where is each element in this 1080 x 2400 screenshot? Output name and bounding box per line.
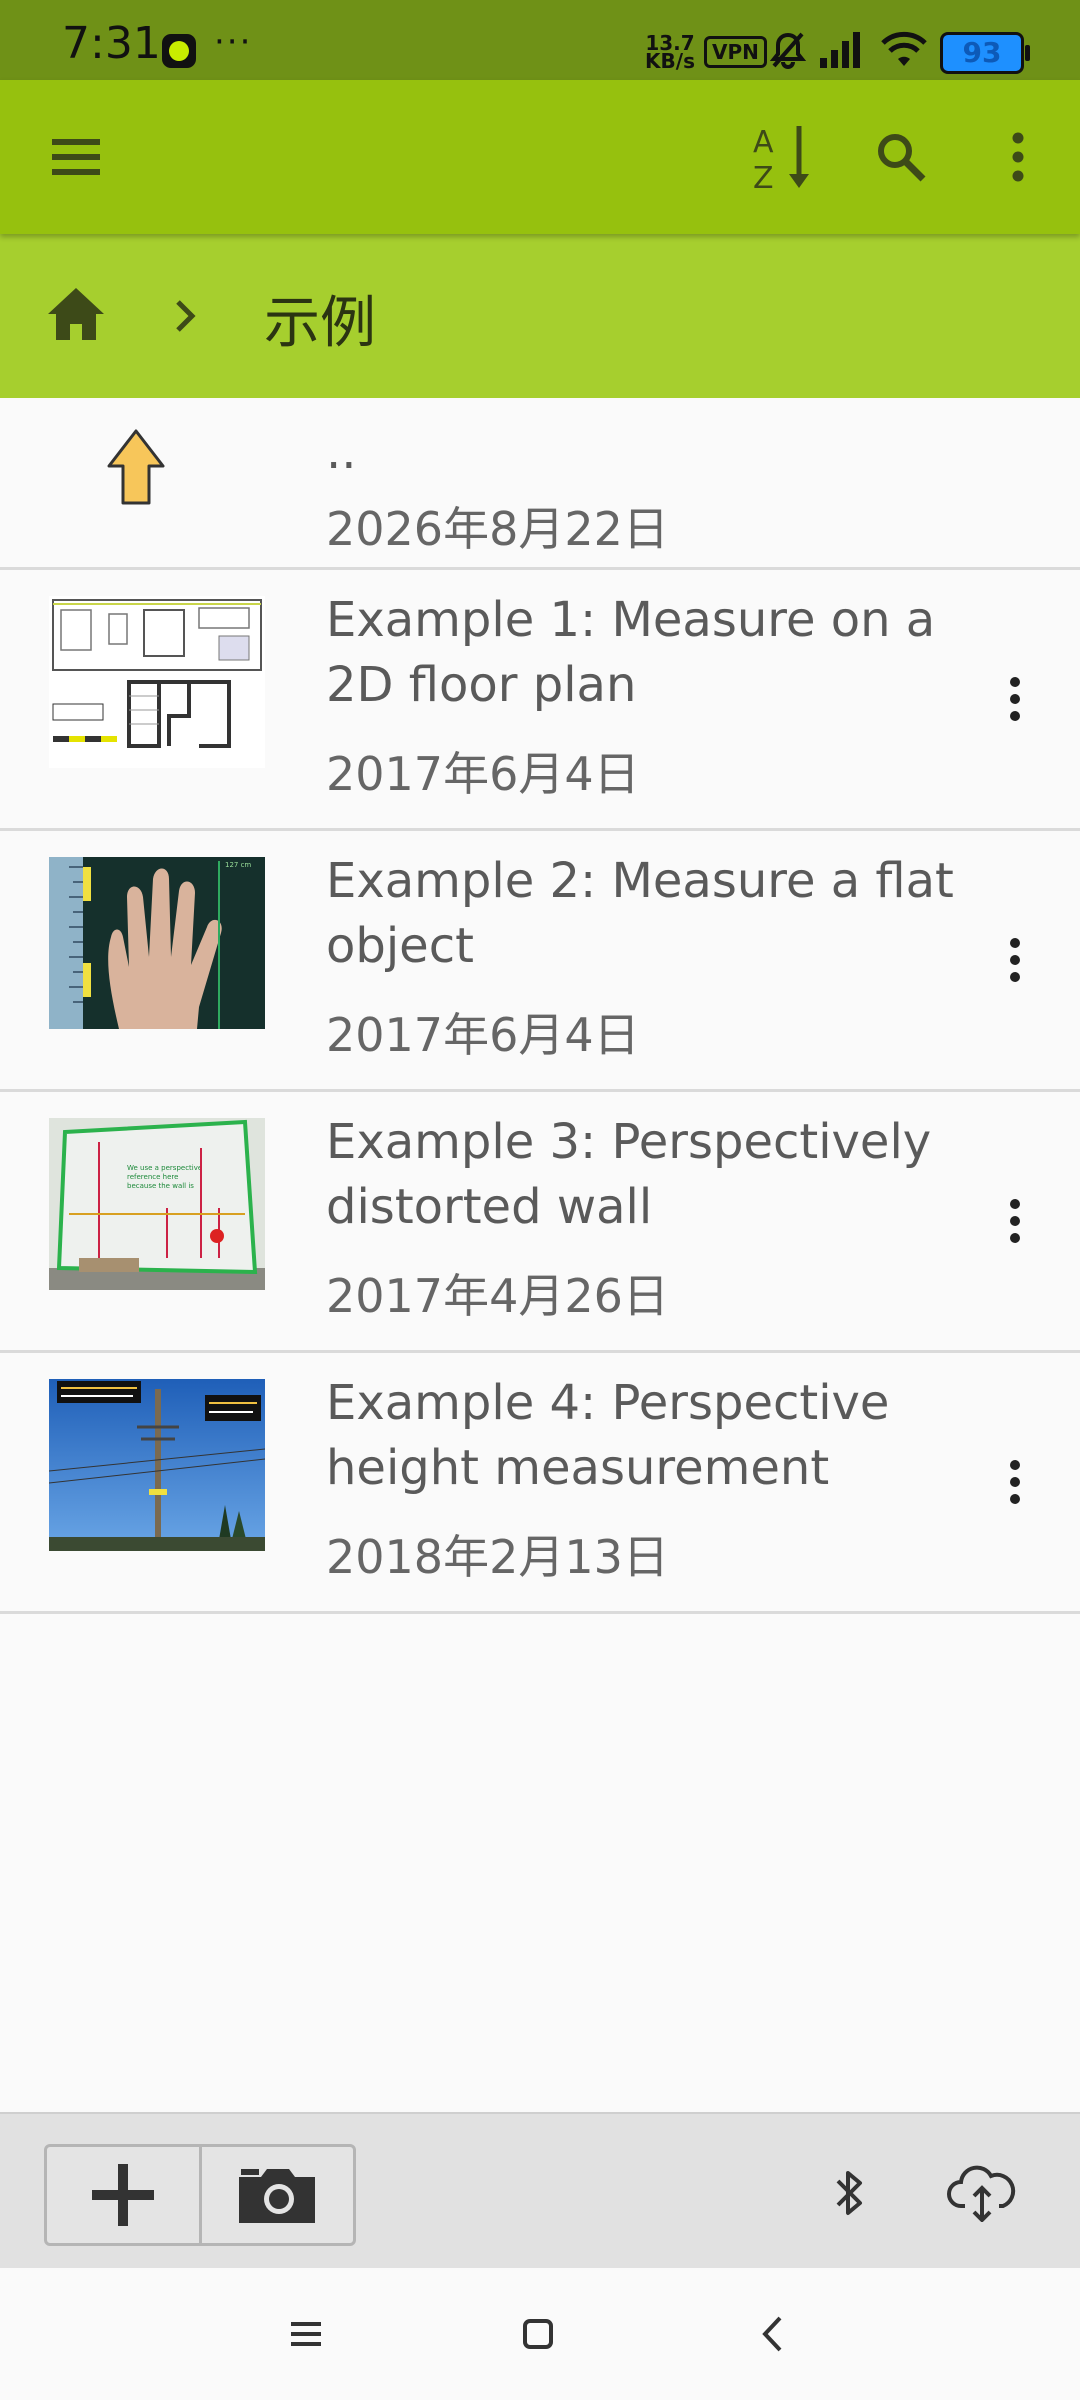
recents-icon (291, 2322, 321, 2346)
network-speed: 13.7 KB/s (644, 33, 696, 73)
parent-folder-label: .. (326, 424, 357, 480)
list-item[interactable]: Example 4: Perspective height measuremen… (0, 1353, 1080, 1614)
item-more-button[interactable] (990, 1092, 1040, 1350)
breadcrumb: 示例 (0, 234, 1080, 398)
home-nav-button[interactable] (488, 2268, 588, 2400)
breadcrumb-current[interactable]: 示例 (264, 278, 376, 359)
battery-indicator: 93 (940, 32, 1030, 74)
bluetooth-icon (836, 2171, 862, 2215)
screen-record-icon (162, 34, 196, 68)
chevron-right-icon (176, 300, 196, 332)
item-date: 2017年6月4日 (326, 1008, 640, 1062)
overflow-menu-button[interactable] (990, 80, 1046, 234)
sort-button[interactable]: A Z (746, 80, 818, 234)
hamburger-menu-icon (52, 139, 100, 175)
list-item[interactable]: Example 1: Measure on a 2D floor plan 20… (0, 570, 1080, 831)
hand-photo-thumbnail: 127 cm (49, 857, 265, 1029)
back-chevron-icon (762, 2316, 782, 2352)
search-button[interactable] (866, 80, 936, 234)
more-vertical-icon (1010, 1460, 1020, 1504)
more-notifications-indicator: ··· (214, 22, 253, 62)
more-vertical-icon (1010, 938, 1020, 982)
item-title: Example 3: Perspectively distorted wall (326, 1114, 932, 1235)
menu-button[interactable] (36, 80, 116, 234)
search-icon (878, 134, 926, 182)
up-arrow-icon (107, 429, 165, 505)
status-bar: 7:31 ··· 13.7 KB/s VPN 93 (0, 0, 1080, 80)
app-toolbar: A Z (0, 80, 1080, 234)
more-vertical-icon (1012, 132, 1024, 182)
home-square-icon (523, 2319, 553, 2349)
list-item[interactable]: We use a perspective reference here beca… (0, 1092, 1080, 1353)
list-item[interactable]: 127 cm Example 2: Measure a flat object … (0, 831, 1080, 1092)
wall-photo-thumbnail: We use a perspective reference here beca… (49, 1118, 265, 1290)
svg-text:because the wall is: because the wall is (127, 1182, 194, 1190)
item-more-button[interactable] (990, 570, 1040, 828)
breadcrumb-home[interactable] (44, 284, 108, 348)
more-vertical-icon (1010, 677, 1020, 721)
item-date: 2017年6月4日 (326, 747, 640, 801)
camera-icon (239, 2169, 316, 2223)
item-more-button[interactable] (990, 831, 1040, 1089)
item-title: Example 1: Measure on a 2D floor plan (326, 592, 936, 713)
item-title: Example 2: Measure a flat object (326, 853, 954, 974)
wifi-icon (881, 31, 927, 66)
plus-icon (91, 2164, 154, 2226)
svg-text:reference here: reference here (127, 1173, 178, 1181)
sort-az-icon: A Z (753, 125, 809, 192)
home-icon (48, 288, 104, 340)
add-button-group (44, 2144, 356, 2246)
more-vertical-icon (1010, 1199, 1020, 1243)
file-list: .. 2026年8月22日 Example 1: Measure on a 2D… (0, 398, 1080, 1614)
item-title: Example 4: Perspective height measuremen… (326, 1375, 890, 1496)
svg-text:Z: Z (753, 161, 774, 192)
cloud-sync-icon (947, 2165, 1016, 2222)
add-button[interactable] (47, 2147, 199, 2243)
bottom-toolbar (0, 2112, 1080, 2270)
item-more-button[interactable] (990, 1353, 1040, 1611)
status-time: 7:31 (62, 18, 161, 69)
floor-plan-thumbnail (49, 596, 265, 768)
parent-folder-row[interactable]: .. 2026年8月22日 (0, 398, 1080, 570)
vpn-badge: VPN (704, 36, 767, 68)
item-date: 2017年4月26日 (326, 1269, 669, 1323)
pole-photo-thumbnail (49, 1379, 265, 1551)
battery-level: 93 (962, 36, 1002, 69)
network-speed-unit: KB/s (645, 49, 695, 73)
parent-folder-date: 2026年8月22日 (326, 502, 669, 556)
signal-icon (820, 32, 860, 68)
mute-bell-icon (769, 32, 807, 69)
system-navigation-bar (0, 2268, 1080, 2400)
svg-text:127 cm: 127 cm (225, 861, 251, 869)
item-date: 2018年2月13日 (326, 1530, 669, 1584)
back-nav-button[interactable] (722, 2268, 822, 2400)
svg-text:A: A (753, 125, 774, 160)
bluetooth-button[interactable] (818, 2158, 882, 2228)
recent-apps-button[interactable] (256, 2268, 356, 2400)
camera-button[interactable] (198, 2147, 354, 2243)
cloud-sync-button[interactable] (940, 2154, 1024, 2230)
svg-text:We use a perspective: We use a perspective (127, 1164, 202, 1172)
